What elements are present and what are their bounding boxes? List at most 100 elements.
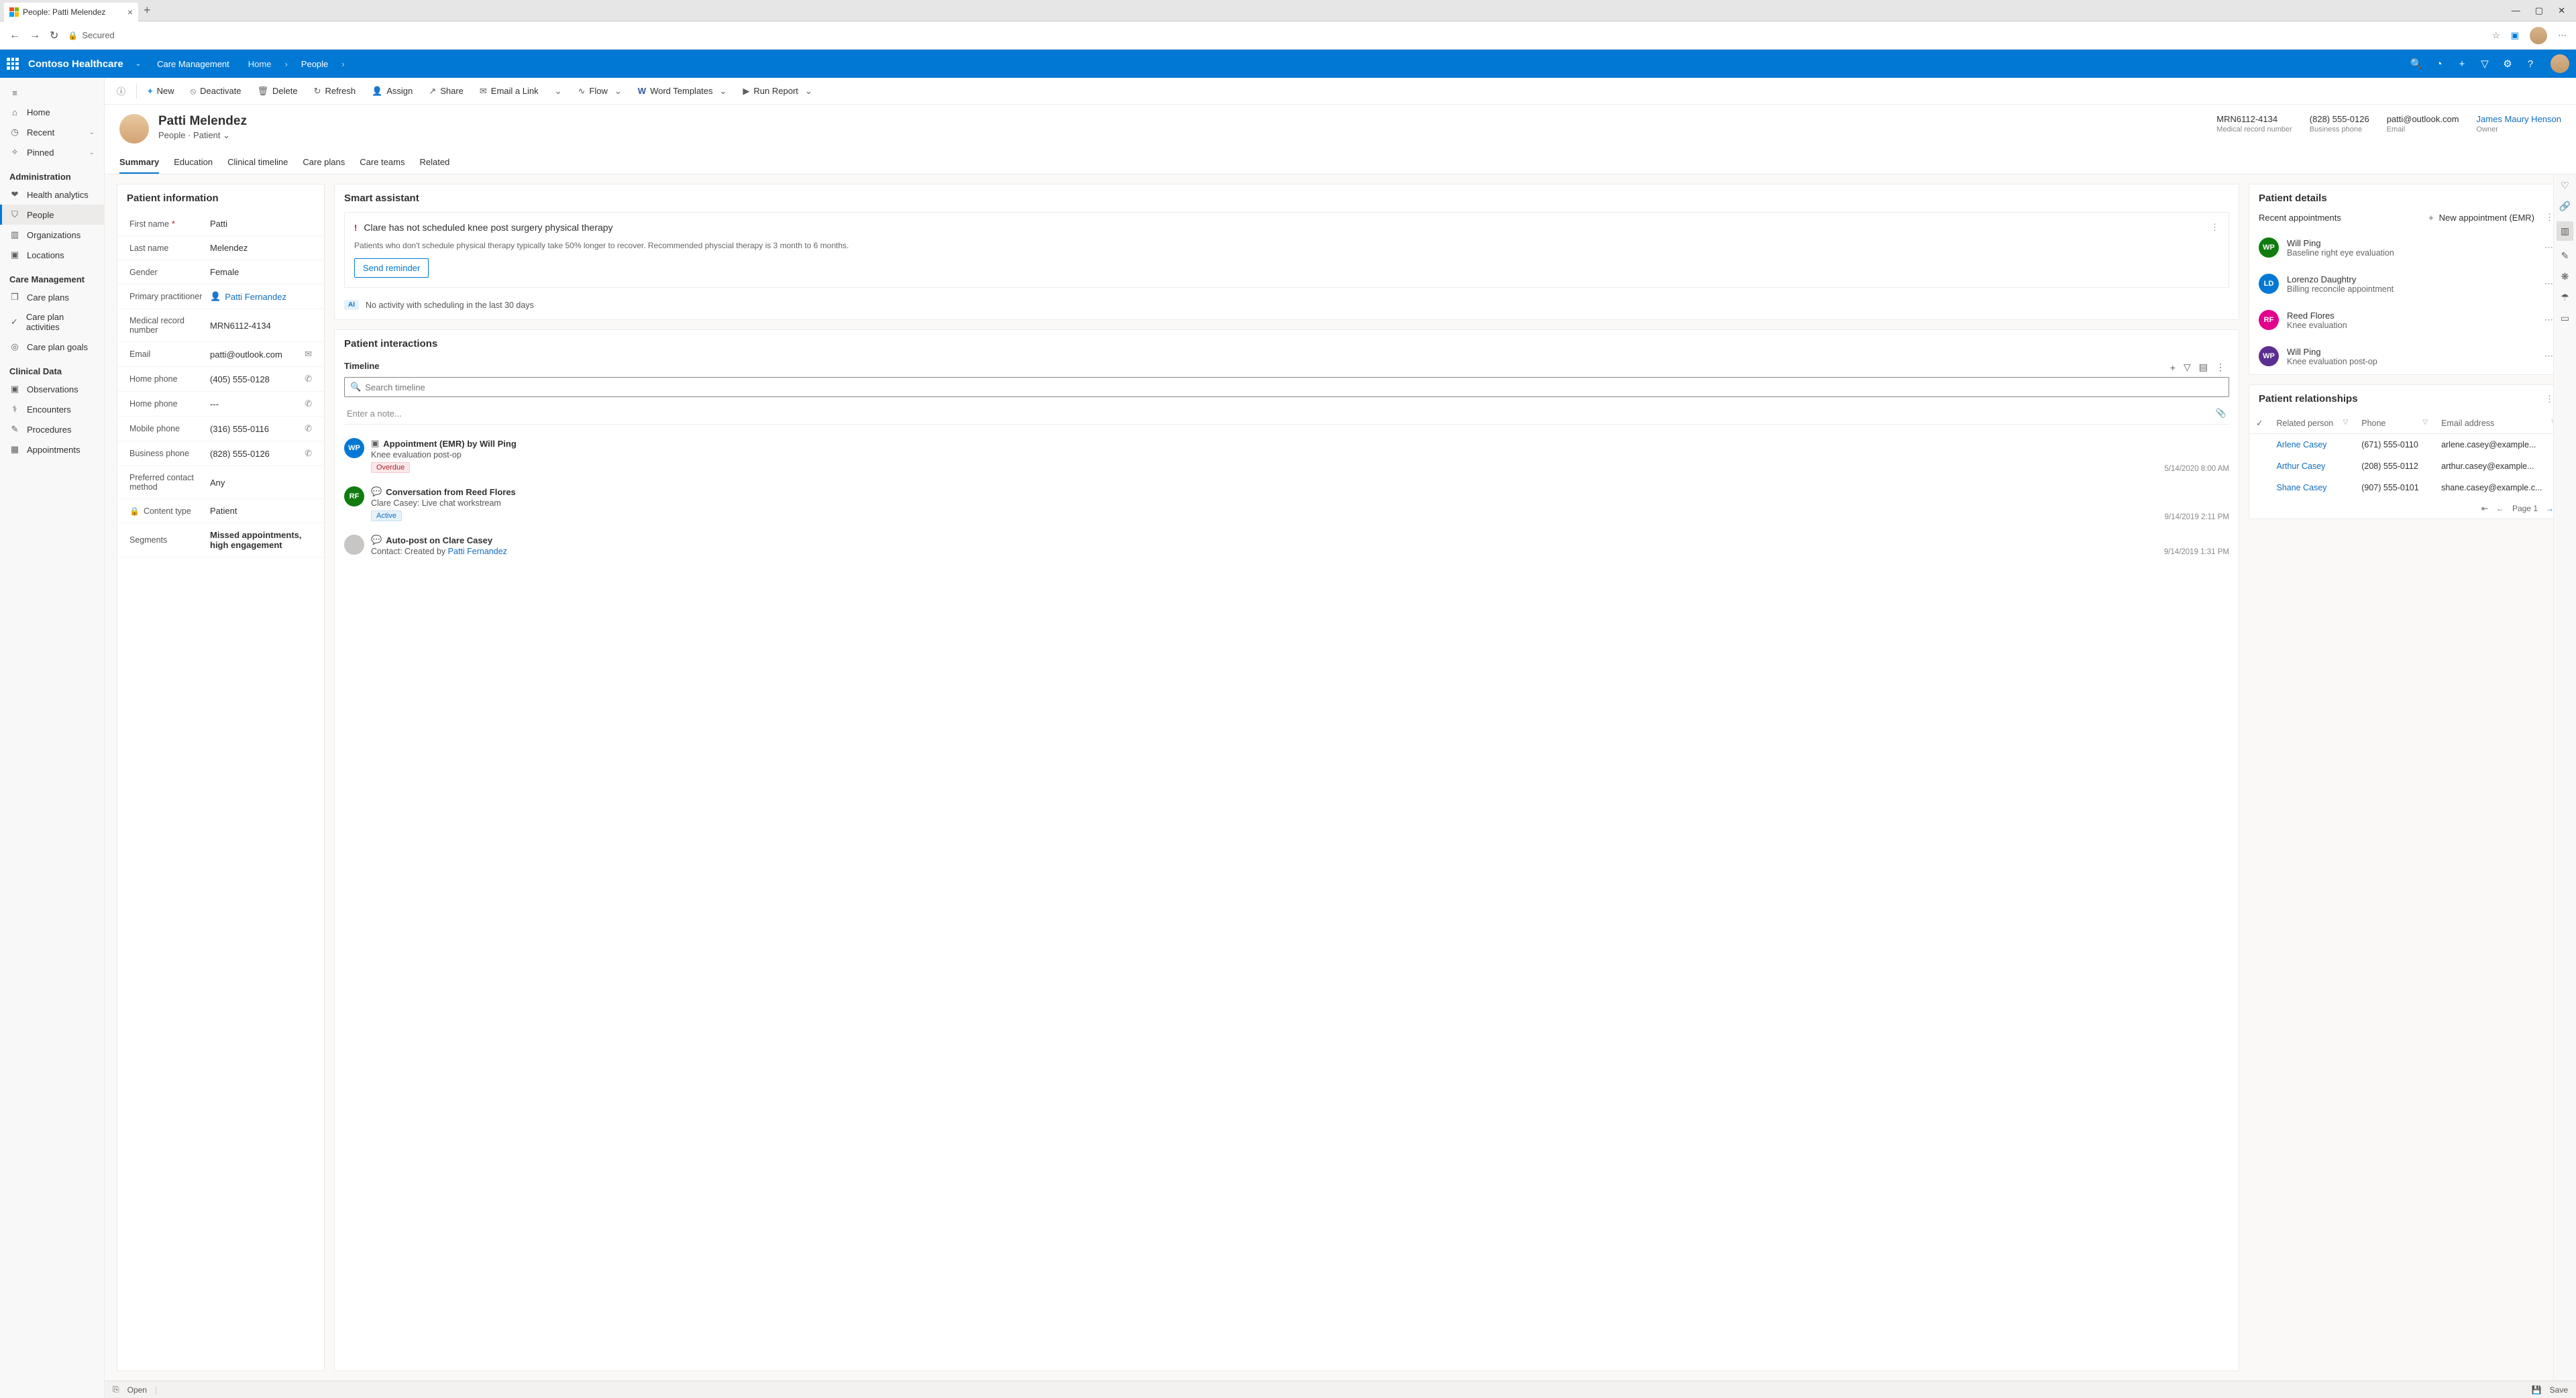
form-row[interactable]: Mobile phone(316) 555-0116✆ xyxy=(117,417,324,441)
rel-name[interactable]: Arthur Casey xyxy=(2269,455,2355,477)
attachment-icon[interactable]: 📎 xyxy=(2216,408,2226,419)
timeline-add-icon[interactable]: + xyxy=(2166,358,2180,377)
sidebar-recent[interactable]: ◷Recent⌄ xyxy=(0,122,104,142)
cmd-email-link[interactable]: ✉Email a Link xyxy=(473,82,545,101)
sidebar-item-people[interactable]: ⛉People xyxy=(0,205,104,225)
cmd-assign[interactable]: 👤Assign xyxy=(365,82,419,101)
timeline-sort-icon[interactable]: ▤ xyxy=(2195,358,2212,377)
sidebar-item-care-plans[interactable]: ❒Care plans xyxy=(0,287,104,307)
timeline-filter-icon[interactable]: ▽ xyxy=(2180,358,2195,377)
form-row[interactable]: First name*Patti xyxy=(117,212,324,236)
back-button[interactable]: ← xyxy=(9,30,20,42)
cmd-deactivate[interactable]: ⦸Deactivate xyxy=(184,82,248,101)
appointment-item[interactable]: LD Lorenzo DaughtryBilling reconcile app… xyxy=(2249,266,2563,302)
rail-heart-icon[interactable]: ♡ xyxy=(2561,180,2569,191)
cmd-new[interactable]: +New xyxy=(141,82,181,100)
col-phone[interactable]: Phone▽ xyxy=(2355,413,2434,434)
action-icon[interactable]: ✉ xyxy=(305,349,312,360)
sidebar-item-organizations[interactable]: ▥Organizations xyxy=(0,225,104,245)
sidebar-item-encounters[interactable]: ⚕Encounters xyxy=(0,399,104,419)
search-icon[interactable]: 🔍 xyxy=(2410,58,2423,70)
header-field[interactable]: (828) 555-0126Business phone xyxy=(2310,114,2369,133)
header-field[interactable]: MRN6112-4134Medical record number xyxy=(2216,114,2292,133)
form-row[interactable]: Medical record numberMRN6112-4134 xyxy=(117,309,324,342)
tab-clinical-timeline[interactable]: Clinical timeline xyxy=(227,152,288,174)
table-row[interactable]: Arthur Casey(208) 555-0112arthur.casey@e… xyxy=(2249,455,2563,477)
breadcrumb-people[interactable]: People xyxy=(301,59,328,69)
form-row[interactable]: Home phone---✆ xyxy=(117,392,324,417)
form-row[interactable]: Preferred contact methodAny xyxy=(117,466,324,499)
record-subtitle[interactable]: People · Patient ⌄ xyxy=(158,130,247,141)
form-row[interactable]: GenderFemale xyxy=(117,260,324,284)
timeline-item[interactable]: WP ▣Appointment (EMR) by Will Ping Knee … xyxy=(335,431,2239,480)
cmd-refresh[interactable]: ↻Refresh xyxy=(307,82,362,101)
sidebar-item-procedures[interactable]: ✎Procedures xyxy=(0,419,104,439)
action-icon[interactable]: ✆ xyxy=(305,423,312,434)
col-email[interactable]: Email address▽ xyxy=(2434,413,2563,434)
user-avatar[interactable] xyxy=(2551,54,2569,73)
pager-first-icon[interactable]: ⇤ xyxy=(2481,504,2488,513)
maximize-icon[interactable]: ▢ xyxy=(2535,5,2543,16)
area-name[interactable]: Care Management xyxy=(157,59,229,69)
chevron-down-icon[interactable]: ⌄ xyxy=(89,149,95,156)
cmd-delete[interactable]: 🗑Delete xyxy=(251,82,305,101)
browser-menu-icon[interactable]: ⋯ xyxy=(2558,30,2567,41)
tab-related[interactable]: Related xyxy=(419,152,449,174)
col-related-person[interactable]: Related person▽ xyxy=(2269,413,2355,434)
rail-edit-icon[interactable]: ✎ xyxy=(2561,250,2569,262)
app-name[interactable]: Contoso Healthcare xyxy=(28,58,123,70)
header-field[interactable]: patti@outlook.comEmail xyxy=(2387,114,2459,133)
rel-name[interactable]: Arlene Casey xyxy=(2269,434,2355,456)
cmd-share[interactable]: ↗Share xyxy=(422,82,470,101)
tab-education[interactable]: Education xyxy=(174,152,213,174)
form-row[interactable]: Emailpatti@outlook.com✉ xyxy=(117,342,324,367)
cmd-flow[interactable]: ∿Flow⌄ xyxy=(572,82,629,101)
action-icon[interactable]: ✆ xyxy=(305,374,312,384)
action-icon[interactable]: ✆ xyxy=(305,398,312,409)
help-icon[interactable]: ? xyxy=(2524,58,2537,70)
timeline-search[interactable]: 🔍 xyxy=(344,377,2229,397)
cmd-word-templates[interactable]: WWord Templates⌄ xyxy=(631,82,734,101)
close-window-icon[interactable]: ✕ xyxy=(2558,5,2565,16)
sidebar-home[interactable]: ⌂Home xyxy=(0,103,104,122)
filter-icon[interactable]: ▽ xyxy=(2343,419,2349,426)
sidebar-item-appointments[interactable]: ▦Appointments xyxy=(0,439,104,460)
more-icon[interactable]: ⋯ xyxy=(2544,315,2554,325)
rel-name[interactable]: Shane Casey xyxy=(2269,477,2355,498)
select-all-checkbox[interactable]: ✓ xyxy=(2249,413,2269,434)
appointment-item[interactable]: WP Will PingKnee evaluation post-op ⋯ xyxy=(2249,338,2563,374)
footer-save[interactable]: Save xyxy=(2550,1385,2568,1395)
refresh-button[interactable]: ↻ xyxy=(50,29,58,42)
send-reminder-button[interactable]: Send reminder xyxy=(354,258,429,278)
timeline-more-icon[interactable]: ⋮ xyxy=(2212,358,2229,377)
browser-profile-avatar[interactable] xyxy=(2530,27,2547,44)
favorite-icon[interactable]: ☆ xyxy=(2492,30,2500,41)
alert-menu-icon[interactable]: ⋮ xyxy=(2210,222,2219,233)
forward-button[interactable]: → xyxy=(30,30,40,42)
sidebar-pinned[interactable]: ✧Pinned⌄ xyxy=(0,142,104,162)
form-row[interactable]: SegmentsMissed appointments, high engage… xyxy=(117,523,324,557)
form-row[interactable]: 🔒Content typePatient xyxy=(117,499,324,523)
app-launcher-icon[interactable] xyxy=(7,58,19,70)
timeline-note-input[interactable]: Enter a note... 📎 xyxy=(344,402,2229,425)
rail-money-icon[interactable]: ▭ xyxy=(2561,313,2569,324)
cmd-run-report[interactable]: ▶Run Report⌄ xyxy=(736,82,818,101)
url-box[interactable]: 🔒 Secured xyxy=(68,30,2483,40)
tab-care-teams[interactable]: Care teams xyxy=(360,152,405,174)
rail-related-icon[interactable]: ▥ xyxy=(2557,221,2573,241)
form-row[interactable]: Last nameMelendez xyxy=(117,236,324,260)
footer-open[interactable]: Open xyxy=(127,1385,147,1395)
extension-icon[interactable]: ▣ xyxy=(2511,30,2519,41)
more-icon[interactable]: ⋯ xyxy=(2544,351,2554,362)
record-set-nav[interactable]: ⓘ xyxy=(110,80,132,101)
task-icon[interactable]: ◔ xyxy=(2432,58,2446,70)
minimize-icon[interactable]: — xyxy=(2512,5,2520,16)
plus-icon[interactable]: + xyxy=(2428,213,2434,223)
rail-virus-icon[interactable]: ❋ xyxy=(2561,271,2569,282)
rail-link-icon[interactable]: 🔗 xyxy=(2559,201,2571,212)
appointment-item[interactable]: RF Reed FloresKnee evaluation ⋯ xyxy=(2249,302,2563,338)
settings-icon[interactable]: ⚙ xyxy=(2501,58,2514,70)
cmd-overflow[interactable]: ⌄ xyxy=(548,82,569,101)
rail-umbrella-icon[interactable]: ☂ xyxy=(2561,292,2569,303)
breadcrumb-home[interactable]: Home xyxy=(248,59,272,69)
